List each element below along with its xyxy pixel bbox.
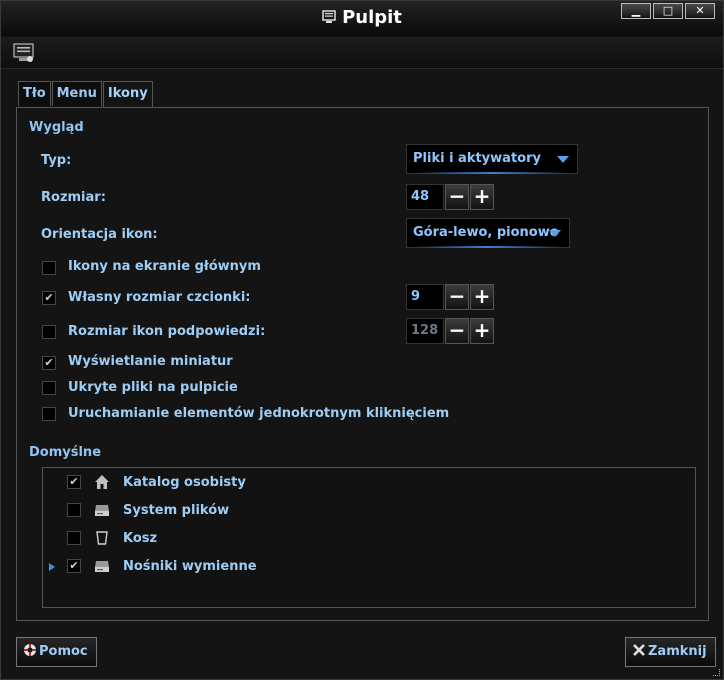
checkbox-removable-media[interactable]: ✔ [67, 559, 81, 573]
help-button-label: Pomoc [39, 644, 88, 659]
option-label-show-thumbnails: Wyświetlanie miniatur [68, 354, 233, 369]
close-window-button[interactable]: ✕ [685, 3, 715, 19]
close-icon [633, 644, 645, 656]
orientation-label: Orientacja ikon: [41, 227, 158, 242]
checkbox-home-folder[interactable]: ✔ [67, 475, 81, 489]
desktop-settings-icon[interactable] [13, 43, 35, 63]
help-button[interactable]: Pomoc [16, 637, 97, 667]
lifebuoy-icon [24, 644, 36, 656]
orientation-dropdown-value: Góra-lewo, pionowo [413, 225, 559, 240]
size-label: Rozmiar: [41, 190, 106, 205]
window-title: Pulpit [1, 7, 723, 28]
tooltip-size-input[interactable]: 128 [406, 318, 444, 344]
icons-tab-content: Wygląd Typ: Pliki i aktywatory Rozmiar: … [16, 107, 709, 621]
settings-panel: Tło Menu Ikony Wygląd Typ: Pliki i aktyw… [16, 78, 709, 621]
tab-bar: Tło Menu Ikony [18, 81, 154, 108]
dropdown-arrow-icon [557, 156, 569, 163]
tab-background[interactable]: Tło [18, 81, 51, 106]
checkbox-single-click[interactable] [42, 407, 56, 421]
checkbox-file-system[interactable] [67, 503, 81, 517]
option-label-tooltip-icon-size: Rozmiar ikon podpowiedzi: [68, 324, 266, 339]
orientation-dropdown[interactable]: Góra-lewo, pionowo [406, 218, 570, 248]
title-bar[interactable]: Pulpit ▁ □ ✕ [1, 1, 723, 36]
size-input[interactable]: 48 [406, 184, 444, 210]
desktop-icon [322, 10, 336, 23]
expand-arrow-icon[interactable] [48, 562, 56, 572]
drive-icon [95, 505, 109, 516]
font-size-increment-button[interactable]: + [470, 284, 494, 310]
list-item-file-system[interactable]: System plików [123, 503, 229, 518]
tooltip-size-decrement-button[interactable]: − [445, 318, 469, 344]
list-item-home-folder[interactable]: Katalog osobisty [123, 475, 246, 490]
trash-icon [96, 531, 108, 545]
default-icons-list[interactable]: ✔ Katalog osobisty System plików Kosz ✔ … [42, 467, 696, 608]
dropdown-glow [415, 246, 561, 248]
font-size-decrement-button[interactable]: − [445, 284, 469, 310]
resize-grip[interactable] [713, 669, 720, 676]
checkbox-icons-on-main-screen[interactable] [42, 261, 56, 275]
checkbox-custom-font-size[interactable]: ✔ [42, 291, 56, 305]
option-label-custom-font-size: Własny rozmiar czcionki: [68, 290, 251, 305]
window-controls: ▁ □ ✕ [619, 3, 715, 19]
checkbox-trash[interactable] [67, 531, 81, 545]
appearance-heading: Wygląd [29, 120, 84, 135]
tab-icons[interactable]: Ikony [102, 81, 153, 108]
type-dropdown[interactable]: Pliki i aktywatory [406, 144, 578, 174]
maximize-button[interactable]: □ [653, 3, 683, 19]
toolbar [1, 37, 723, 69]
close-button[interactable]: Zamknij [625, 637, 716, 667]
close-button-label: Zamknij [648, 644, 707, 659]
dropdown-arrow-icon [549, 230, 561, 237]
checkbox-show-thumbnails[interactable]: ✔ [42, 356, 56, 370]
list-item-removable-media[interactable]: Nośniki wymienne [123, 559, 257, 574]
preferences-window: Pulpit ▁ □ ✕ Tło Menu Ikony Wygląd Typ: … [0, 0, 724, 680]
minimize-button[interactable]: ▁ [621, 3, 651, 19]
checkbox-tooltip-icon-size[interactable] [42, 325, 56, 339]
font-size-input[interactable]: 9 [406, 284, 444, 310]
option-label-hidden-files: Ukryte pliki na pulpicie [68, 380, 238, 395]
size-increment-button[interactable]: + [470, 184, 494, 210]
list-item-trash[interactable]: Kosz [123, 531, 157, 546]
type-dropdown-value: Pliki i aktywatory [413, 151, 541, 166]
type-label: Typ: [41, 153, 72, 168]
dropdown-glow [415, 172, 569, 174]
window-title-text: Pulpit [342, 7, 402, 28]
tooltip-size-increment-button[interactable]: + [470, 318, 494, 344]
size-decrement-button[interactable]: − [445, 184, 469, 210]
tab-menu[interactable]: Menu [51, 81, 102, 106]
drive-icon [95, 561, 109, 572]
option-label-single-click: Uruchamianie elementów jednokrotnym klik… [68, 406, 450, 421]
checkbox-hidden-files[interactable] [42, 381, 56, 395]
home-icon [95, 475, 109, 489]
defaults-heading: Domyślne [29, 445, 102, 460]
option-label-icons-on-main-screen: Ikony na ekranie głównym [68, 259, 261, 274]
